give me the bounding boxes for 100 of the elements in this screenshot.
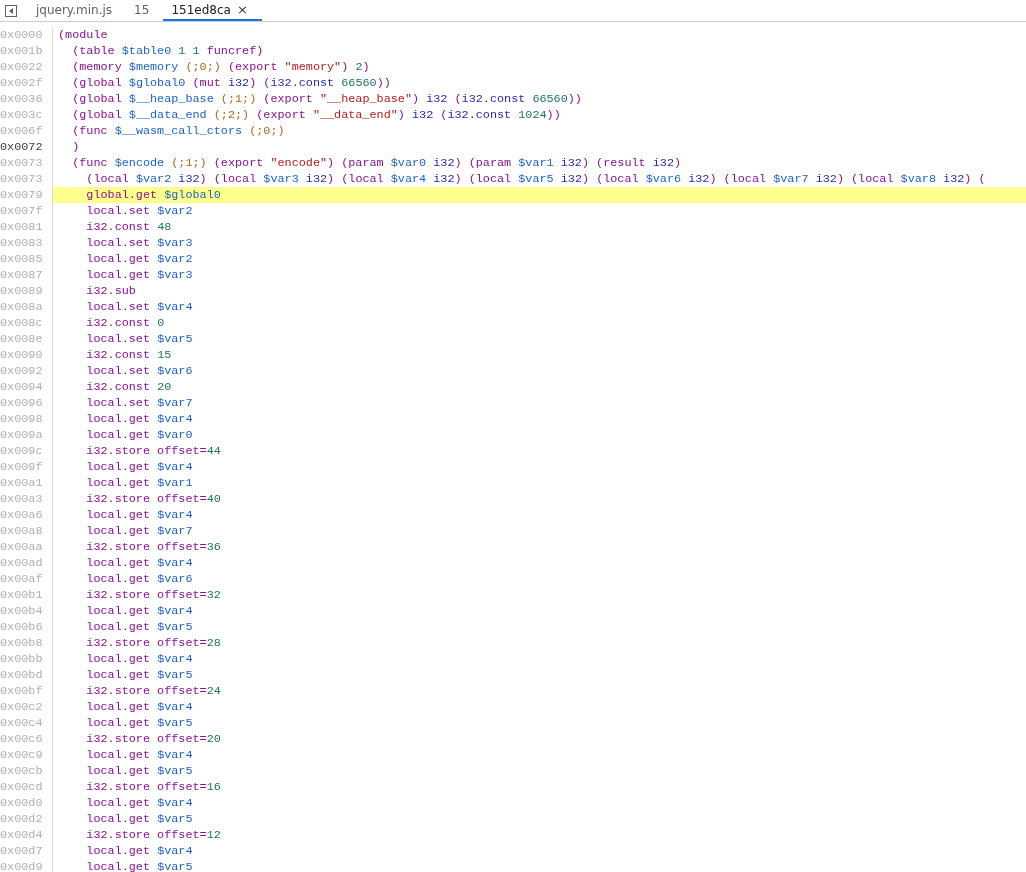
code-line: global.get $global0	[85, 187, 221, 203]
code-line: i32.store offset=12	[85, 827, 221, 843]
line-address: 0x0022	[0, 59, 53, 75]
line-address: 0x00c6	[0, 731, 53, 747]
code-line: (local $var2 i32) (local $var3 i32) (local $var4 i32) (local $var5 i32) (local $var6 i32) (local $var7 i32) (local $var8 i32) (	[85, 171, 986, 187]
line-address: 0x009f	[0, 459, 53, 475]
line-address: 0x008e	[0, 331, 53, 347]
code-line: local.get $var4	[85, 651, 193, 667]
code-line: local.get $var5	[85, 811, 193, 827]
code-line: i32.sub	[85, 283, 136, 299]
code-line: local.get $var4	[85, 603, 193, 619]
line-address: 0x0096	[0, 395, 53, 411]
code-line: local.get $var5	[85, 667, 193, 683]
code-line: i32.const 15	[85, 347, 172, 363]
line-address: 0x009a	[0, 427, 53, 443]
line-address: 0x00bb	[0, 651, 53, 667]
sidebar-toggle-icon	[5, 4, 17, 17]
code-line: local.get $var4	[85, 747, 193, 763]
line-address: 0x00bf	[0, 683, 53, 699]
line-address: 0x00d7	[0, 843, 53, 859]
line-address: 0x003c	[0, 107, 53, 123]
code-line: local.set $var4	[85, 299, 193, 315]
line-address: 0x0090	[0, 347, 53, 363]
line-address: 0x0092	[0, 363, 53, 379]
file-tab[interactable]: 15	[126, 0, 164, 21]
line-address: 0x00d4	[0, 827, 53, 843]
line-address: 0x008c	[0, 315, 53, 331]
code-line: i32.store offset=40	[85, 491, 221, 507]
code-line: local.get $var0	[85, 427, 193, 443]
line-address: 0x00c9	[0, 747, 53, 763]
code-line: local.get $var5	[85, 763, 193, 779]
code-line: local.get $var5	[85, 619, 193, 635]
code-line: i32.store offset=44	[85, 443, 221, 459]
line-address: 0x00ad	[0, 555, 53, 571]
line-address: 0x00c4	[0, 715, 53, 731]
line-address: 0x0073	[0, 171, 53, 187]
line-address: 0x00d9	[0, 859, 53, 872]
line-address: 0x00c2	[0, 699, 53, 715]
line-address: 0x007f	[0, 203, 53, 219]
line-address: 0x00b6	[0, 619, 53, 635]
line-address: 0x0089	[0, 283, 53, 299]
file-tab[interactable]: 151ed8ca ×	[163, 0, 262, 21]
line-address: 0x009c	[0, 443, 53, 459]
code-line: local.get $var2	[85, 251, 193, 267]
code-line: i32.store offset=20	[85, 731, 221, 747]
line-address: 0x00a8	[0, 523, 53, 539]
line-address: 0x00d0	[0, 795, 53, 811]
code-line: local.get $var4	[85, 699, 193, 715]
line-address: 0x0098	[0, 411, 53, 427]
line-address: 0x00aa	[0, 539, 53, 555]
code-line: local.get $var5	[85, 859, 193, 872]
code-line: (global $__heap_base (;1;) (export "__heap_base") i32 (i32.const 66560))	[71, 91, 582, 107]
line-address: 0x0094	[0, 379, 53, 395]
line-address: 0x008a	[0, 299, 53, 315]
code-line: i32.store offset=24	[85, 683, 221, 699]
code-line: (func $__wasm_call_ctors (;0;)	[71, 123, 285, 139]
code-line: i32.store offset=16	[85, 779, 221, 795]
code-line: local.set $var6	[85, 363, 193, 379]
line-address: 0x0000	[0, 27, 53, 43]
line-address: 0x006f	[0, 123, 53, 139]
line-address: 0x0072	[0, 139, 53, 155]
file-tab[interactable]: jquery.min.js	[28, 0, 127, 21]
code-line: local.get $var4	[85, 555, 193, 571]
code-line: (func $encode (;1;) (export "encode") (param $var0 i32) (param $var1 i32) (result i32)	[71, 155, 682, 171]
line-address: 0x00d2	[0, 811, 53, 827]
line-address: 0x0083	[0, 235, 53, 251]
code-line: (memory $memory (;0;) (export "memory") 2)	[71, 59, 370, 75]
code-line: local.get $var4	[85, 507, 193, 523]
line-address: 0x00b1	[0, 587, 53, 603]
code-line: (global $global0 (mut i32) (i32.const 66560))	[71, 75, 391, 91]
line-address: 0x00bd	[0, 667, 53, 683]
code-line: (module	[57, 27, 108, 43]
code-line: i32.const 48	[85, 219, 172, 235]
line-address: 0x00a6	[0, 507, 53, 523]
line-address: 0x0073	[0, 155, 53, 171]
code-line: local.get $var6	[85, 571, 193, 587]
code-line: (table $table0 1 1 funcref)	[71, 43, 264, 59]
code-line: i32.store offset=28	[85, 635, 221, 651]
code-line: i32.store offset=32	[85, 587, 221, 603]
line-address: 0x0085	[0, 251, 53, 267]
line-address: 0x00cd	[0, 779, 53, 795]
code-line: local.set $var7	[85, 395, 193, 411]
line-address: 0x0087	[0, 267, 53, 283]
line-address: 0x00a1	[0, 475, 53, 491]
line-address: 0x0079	[0, 187, 53, 203]
code-line: local.set $var3	[85, 235, 193, 251]
code-line: local.get $var4	[85, 795, 193, 811]
code-line: local.get $var4	[85, 411, 193, 427]
line-address: 0x001b	[0, 43, 53, 59]
code-line: i32.const 20	[85, 379, 172, 395]
code-line: local.get $var1	[85, 475, 193, 491]
line-address: 0x0081	[0, 219, 53, 235]
code-line: )	[71, 139, 80, 155]
close-icon[interactable]: ×	[236, 3, 248, 16]
line-address: 0x002f	[0, 75, 53, 91]
code-line: local.get $var4	[85, 459, 193, 475]
line-address: 0x00a3	[0, 491, 53, 507]
code-line: local.get $var5	[85, 715, 193, 731]
line-address: 0x00af	[0, 571, 53, 587]
code-line: local.set $var5	[85, 331, 193, 347]
